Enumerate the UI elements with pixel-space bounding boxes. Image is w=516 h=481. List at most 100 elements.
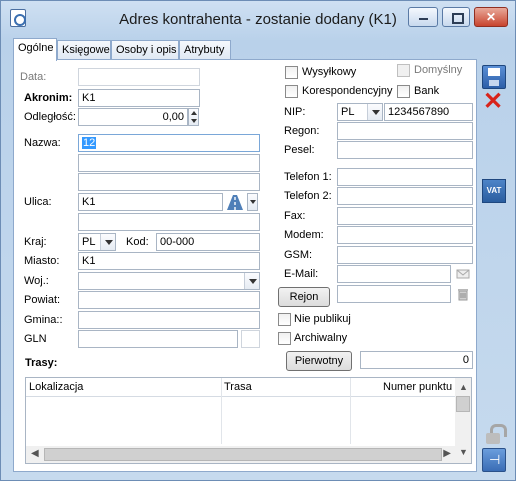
fax-label: Fax: bbox=[284, 210, 306, 222]
vertical-scrollbar[interactable]: ▲ ▼ bbox=[455, 378, 471, 463]
tab-ksiegowe[interactable]: Księgowe bbox=[57, 40, 111, 60]
gln-field[interactable] bbox=[78, 330, 238, 348]
nazwa-field-3[interactable] bbox=[78, 173, 260, 191]
bank-label: Bank bbox=[414, 85, 440, 97]
woj-label: Woj.: bbox=[24, 275, 49, 287]
trash-icon[interactable] bbox=[456, 287, 470, 301]
woj-select[interactable] bbox=[78, 272, 260, 290]
wysylkowy-checkbox[interactable] bbox=[285, 66, 298, 79]
scroll-down-icon[interactable]: ▼ bbox=[459, 447, 468, 457]
regon-label: Regon: bbox=[284, 125, 320, 137]
column-header-numer-punktu[interactable]: Numer punktu bbox=[383, 381, 452, 393]
close-icon[interactable]: ✕ bbox=[481, 90, 505, 114]
maximize-button[interactable] bbox=[442, 7, 470, 27]
grid-header: Lokalizacja Trasa Numer punktu bbox=[26, 378, 456, 397]
scroll-thumb[interactable] bbox=[456, 396, 470, 412]
lock-icon[interactable] bbox=[482, 423, 507, 447]
nazwa-selected-text: 12 bbox=[82, 137, 97, 149]
pesel-label: Pesel: bbox=[284, 144, 315, 156]
data-field bbox=[78, 68, 200, 86]
email-field[interactable] bbox=[337, 265, 451, 283]
ulica-field-1[interactable]: K1 bbox=[78, 193, 223, 211]
trasy-grid[interactable]: Lokalizacja Trasa Numer punktu ▲ ▼ ◀ ▶ bbox=[25, 377, 472, 464]
dialog-window: Adres kontrahenta - zostanie dodany (K1)… bbox=[0, 0, 516, 481]
telefon1-label: Telefon 1: bbox=[284, 171, 332, 183]
domyslny-label: Domyślny bbox=[414, 64, 463, 76]
chevron-down-icon bbox=[244, 273, 259, 289]
column-divider bbox=[221, 378, 222, 444]
kraj-label: Kraj: bbox=[24, 236, 47, 248]
bank-checkbox[interactable] bbox=[397, 85, 410, 98]
telefon1-field[interactable] bbox=[337, 168, 473, 186]
tab-ogolne[interactable]: Ogólne bbox=[13, 38, 57, 61]
email-label: E-Mail: bbox=[284, 268, 319, 280]
chevron-down-icon bbox=[100, 234, 115, 250]
kod-label: Kod: bbox=[126, 236, 149, 248]
nie-publikuj-checkbox[interactable] bbox=[278, 313, 291, 326]
modem-field[interactable] bbox=[337, 226, 473, 244]
nip-field[interactable]: 1234567890 bbox=[384, 103, 473, 121]
gln-label: GLN bbox=[24, 333, 47, 345]
odleglosc-field[interactable]: 0,00 bbox=[78, 108, 188, 126]
road-icon[interactable] bbox=[225, 193, 245, 211]
nip-prefix-select[interactable]: PL bbox=[337, 103, 383, 121]
kraj-select[interactable]: PL bbox=[78, 233, 116, 251]
ulica-label: Ulica: bbox=[24, 196, 52, 208]
kod-field[interactable]: 00-000 bbox=[156, 233, 260, 251]
fax-field[interactable] bbox=[337, 207, 473, 225]
tab-atrybuty[interactable]: Atrybuty bbox=[179, 40, 231, 60]
ulica-field-2[interactable] bbox=[78, 213, 260, 231]
modem-label: Modem: bbox=[284, 229, 324, 241]
nie-publikuj-label: Nie publikuj bbox=[294, 313, 351, 325]
horizontal-scrollbar[interactable]: ◀ ▶ bbox=[26, 446, 456, 463]
odleglosc-spinner[interactable] bbox=[188, 108, 199, 126]
gmina-field[interactable] bbox=[78, 311, 260, 329]
trasy-label: Trasy: bbox=[25, 357, 58, 369]
column-header-trasa[interactable]: Trasa bbox=[224, 381, 252, 393]
close-window-button[interactable] bbox=[474, 7, 508, 27]
wysylkowy-label: Wysyłkowy bbox=[302, 66, 357, 78]
gsm-field[interactable] bbox=[337, 246, 473, 264]
scroll-up-icon[interactable]: ▲ bbox=[459, 382, 468, 392]
save-icon[interactable] bbox=[482, 65, 506, 89]
vat-icon[interactable]: VAT bbox=[482, 179, 506, 203]
envelope-icon[interactable] bbox=[456, 268, 470, 280]
title-bar: Adres kontrahenta - zostanie dodany (K1) bbox=[1, 1, 515, 34]
powiat-label: Powiat: bbox=[24, 294, 61, 306]
archiwalny-checkbox[interactable] bbox=[278, 332, 291, 345]
rejon-button[interactable]: Rejon bbox=[278, 287, 330, 307]
powiat-field[interactable] bbox=[78, 291, 260, 309]
column-divider bbox=[350, 378, 351, 444]
miasto-label: Miasto: bbox=[24, 255, 60, 267]
nazwa-field-2[interactable] bbox=[78, 154, 260, 172]
nazwa-field-1[interactable]: 12 bbox=[78, 134, 260, 152]
scroll-left-icon[interactable]: ◀ bbox=[31, 448, 39, 459]
scroll-right-icon[interactable]: ▶ bbox=[443, 448, 451, 459]
korespondencyjny-label: Korespondencyjny bbox=[302, 85, 393, 97]
rejon-field[interactable] bbox=[337, 285, 451, 303]
regon-field[interactable] bbox=[337, 122, 473, 140]
main-panel: Data: Akronim: K1 Odległość: 0,00 Nazwa:… bbox=[13, 59, 477, 472]
pesel-field[interactable] bbox=[337, 141, 473, 159]
kraj-value: PL bbox=[82, 236, 96, 248]
nip-prefix-value: PL bbox=[341, 106, 355, 118]
pierwotny-field[interactable]: 0 bbox=[360, 351, 473, 369]
domyslny-checkbox bbox=[397, 64, 410, 77]
archiwalny-label: Archiwalny bbox=[294, 332, 348, 344]
korespondencyjny-checkbox[interactable] bbox=[285, 85, 298, 98]
minimize-button[interactable] bbox=[408, 7, 438, 27]
akronim-field[interactable]: K1 bbox=[78, 89, 200, 107]
telefon2-field[interactable] bbox=[337, 187, 473, 205]
pin-icon[interactable] bbox=[482, 448, 506, 472]
scroll-thumb[interactable] bbox=[44, 448, 442, 461]
pierwotny-button[interactable]: Pierwotny bbox=[286, 351, 352, 371]
nip-label: NIP: bbox=[284, 106, 306, 118]
gln-extra-field bbox=[241, 330, 260, 348]
ulica-dropdown-button[interactable] bbox=[247, 193, 258, 211]
gmina-label: Gmina:: bbox=[24, 314, 63, 326]
miasto-field[interactable]: K1 bbox=[78, 252, 260, 270]
tab-osoby-i-opis[interactable]: Osoby i opis bbox=[111, 40, 179, 60]
column-header-lokalizacja[interactable]: Lokalizacja bbox=[29, 381, 83, 393]
data-label: Data: bbox=[20, 71, 47, 83]
odleglosc-label: Odległość: bbox=[24, 111, 76, 123]
